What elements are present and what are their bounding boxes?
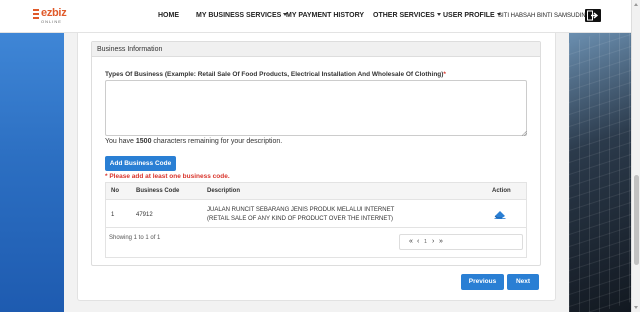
logo-subtext: ONLINE — [41, 19, 62, 24]
business-code-table: No Business Code Description Action 1 47… — [105, 182, 527, 258]
table-header: No Business Code Description Action — [106, 183, 526, 200]
characters-remaining-count: 1500 — [135, 138, 152, 145]
table-pagination: « ‹ 1 › » — [399, 234, 523, 250]
col-description: Description — [207, 188, 241, 194]
row-divider — [106, 227, 526, 228]
ezbiz-logo[interactable]: ezbiz ONLINE — [33, 7, 73, 25]
row-no: 1 — [111, 212, 115, 218]
row-business-code: 47912 — [136, 212, 153, 218]
logo-text: ezbiz — [41, 7, 67, 19]
add-business-code-button[interactable]: Add Business Code — [105, 156, 176, 171]
chevron-down-icon — [436, 13, 441, 16]
pager-page-number[interactable]: 1 — [424, 239, 427, 245]
scroll-up-icon[interactable] — [634, 3, 638, 6]
nav-home[interactable]: HOME — [158, 12, 179, 19]
nav-my-business-services[interactable]: MY BUSINESS SERVICES — [196, 12, 288, 19]
characters-remaining-text: You have 1500 characters remaining for y… — [105, 138, 283, 145]
resize-handle-icon[interactable] — [522, 131, 527, 136]
page-scrollbar[interactable] — [631, 0, 640, 312]
logout-button[interactable] — [585, 9, 601, 22]
pager-next-icon[interactable]: › — [432, 238, 434, 245]
table-showing-text: Showing 1 to 1 of 1 — [109, 235, 161, 241]
pager-last-icon[interactable]: » — [439, 238, 443, 245]
logout-icon — [587, 10, 599, 21]
background-right — [569, 33, 631, 312]
scroll-down-icon[interactable] — [634, 306, 638, 309]
top-navbar: ezbiz ONLINE HOME MY BUSINESS SERVICES M… — [0, 0, 631, 33]
user-name: SITI HABSAH BINTI SAMSUDIN — [498, 13, 586, 19]
col-action: Action — [492, 188, 511, 194]
pager-prev-icon[interactable]: ‹ — [417, 238, 419, 245]
row-description-malay: JUALAN RUNCIT SEBARANG JENIS PRODUK MELA… — [207, 207, 395, 213]
next-button[interactable]: Next — [507, 274, 539, 290]
previous-button[interactable]: Previous — [461, 274, 504, 290]
nav-user-profile[interactable]: USER PROFILE — [443, 12, 501, 19]
scrollbar-thumb[interactable] — [634, 175, 639, 265]
col-no: No — [111, 188, 119, 194]
business-code-warning: * Please add at least one business code. — [105, 173, 230, 180]
nav-other-services[interactable]: OTHER SERVICES — [373, 12, 441, 19]
row-description-english: (RETAIL SALE OF ANY KIND OF PRODUCT OVER… — [207, 216, 394, 222]
background-left — [0, 33, 64, 312]
pager-first-icon[interactable]: « — [409, 238, 413, 245]
logo-mark-icon — [33, 9, 39, 19]
nav-my-payment-history[interactable]: MY PAYMENT HISTORY — [286, 12, 364, 19]
panel-header: Business Information — [92, 42, 540, 57]
types-of-business-label: Types Of Business (Example: Retail Sale … — [105, 71, 446, 78]
panel-title: Business Information — [97, 46, 163, 53]
eraser-icon[interactable] — [494, 210, 506, 219]
types-of-business-textarea[interactable] — [105, 80, 527, 136]
col-business-code: Business Code — [136, 188, 180, 194]
required-mark: * — [443, 71, 446, 78]
